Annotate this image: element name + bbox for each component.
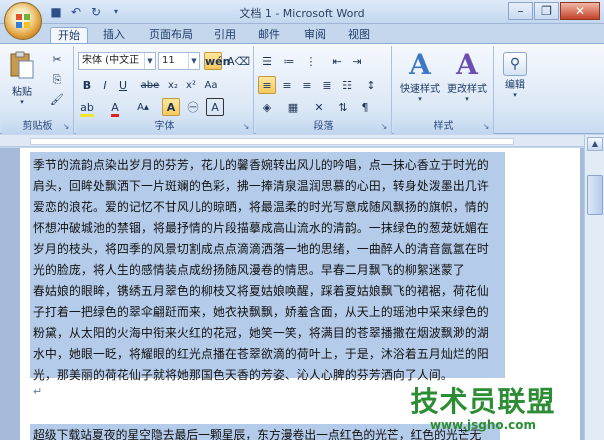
font-size-value: 11 — [162, 55, 175, 66]
horizontal-ruler[interactable] — [0, 135, 584, 147]
text-line: 岁月的枝头，将四季的风景切割成点点滴滴洒落一地的思绪，一曲醉人的清音氤氲在时 — [33, 242, 489, 256]
cut-icon[interactable]: ✂ — [48, 50, 66, 68]
document-text[interactable]: 季节的流韵点染出岁月的芬芳，花儿的馨香婉转出风儿的吟唱，点一抹心香立于时光的 肩… — [33, 155, 505, 386]
numbering-icon[interactable]: ≔ — [280, 52, 298, 70]
editing-button[interactable]: ⚲ 编辑 ▾ — [498, 52, 532, 99]
scroll-up-icon[interactable]: ▲ — [587, 137, 603, 151]
text-line: 光的脸庞，将人生的感情装点成纷扬随风漫卷的情思。早春二月飘飞的柳絮迷蒙了 — [33, 263, 465, 277]
align-left-icon[interactable]: ≡ — [258, 76, 276, 94]
font-color-icon[interactable]: A — [106, 98, 124, 117]
change-styles-button[interactable]: A 更改样式 ▾ — [444, 48, 490, 104]
enclose-char-icon[interactable]: ㊀ — [184, 98, 202, 116]
change-case-icon[interactable]: Aa — [202, 76, 220, 94]
vertical-scrollbar[interactable]: ▲ — [584, 135, 604, 440]
paragraph-mark: ↵ — [33, 385, 43, 398]
format-painter-icon[interactable]: 🖌 — [48, 90, 66, 108]
font-size-select[interactable]: 11 ▼ — [158, 52, 200, 70]
quick-styles-icon: A — [409, 48, 431, 81]
text-line: 季节的流韵点染出岁月的芬芳，花儿的馨香婉转出风儿的吟唱，点一抹心香立于时光的 — [33, 158, 489, 172]
superscript-icon[interactable]: x² — [182, 76, 200, 94]
font-name-value: 宋体 (中文正 — [82, 55, 140, 66]
binoculars-icon: ⚲ — [503, 52, 527, 76]
editing-label: 编辑 — [505, 80, 525, 91]
font-group: 宋体 (中文正 ▼ 11 ▼ wén A⌫ B I U abe x₂ x² Aa… — [76, 46, 254, 134]
title-bar: ■ ↶ ↻ ▾ 文档 1 - Microsoft Word – ❐ ✕ — [0, 0, 604, 24]
office-button[interactable] — [4, 2, 42, 40]
borders-icon[interactable]: ▦ — [284, 98, 302, 116]
quick-styles-button[interactable]: A 快速样式 ▾ — [398, 48, 442, 104]
char-shading-icon[interactable]: A — [162, 98, 180, 116]
window-controls: – ❐ ✕ — [508, 2, 600, 20]
font-name-select[interactable]: 宋体 (中文正 ▼ — [78, 52, 156, 70]
increase-indent-icon[interactable]: ⇥ — [348, 52, 366, 70]
minimize-button[interactable]: – — [508, 2, 533, 20]
sort-icon[interactable]: ⇅ — [334, 98, 352, 116]
close-button[interactable]: ✕ — [560, 2, 600, 20]
show-marks-icon[interactable]: ¶ — [356, 98, 374, 116]
quick-styles-label: 快速样式 — [400, 84, 440, 95]
multilevel-list-icon[interactable]: ⋮ — [302, 52, 320, 70]
shading-icon[interactable]: ◈ — [258, 98, 276, 116]
watermark-logo: 技术员联盟 www.jsgho.com — [408, 385, 558, 433]
decrease-indent-icon[interactable]: ⇤ — [328, 52, 346, 70]
highlight-icon[interactable]: ab — [78, 98, 96, 117]
editing-group: ⚲ 编辑 ▾ — [496, 46, 536, 134]
office-logo-icon — [16, 14, 30, 28]
text-line: 水中，她眼一眨，将耀眼的红光点播在苍翠欲滴的荷叶上，于是，沐浴着五月灿烂的阳 — [33, 347, 489, 361]
char-border-icon[interactable]: A — [206, 98, 224, 116]
text-line: 子打着一把绿色的翠伞翩跹而来，她衣袂飘飘，娇羞含面，从天上的瑶池中采来绿色的 — [33, 305, 489, 319]
distribute-icon[interactable]: ☷ — [338, 76, 356, 94]
font-group-label: 字体 — [76, 119, 253, 134]
font-launcher-icon[interactable]: ↘ — [241, 122, 251, 132]
chevron-down-icon: ▼ — [144, 53, 155, 69]
paragraph-group: ☰ ≔ ⋮ ⇤ ⇥ ≡ ≡ ≡ ≣ ☷ ↕ ◈ ▦ ✕ ⇅ ¶ 段落 ↘ — [256, 46, 392, 134]
ribbon-tabs: 开始 插入 页面布局 引用 邮件 审阅 视图 — [0, 24, 604, 45]
text-line: 肩头，回眸处飘洒下一片斑斓的色彩，拂一捧清泉温润思慕的心田，转身处泼墨出几许 — [33, 179, 489, 193]
ribbon: 粘贴 ▾ ✂ ⎘ 🖌 剪贴板 ↘ 宋体 (中文正 ▼ 11 ▼ wén A⌫ B… — [0, 43, 604, 134]
copy-icon[interactable]: ⎘ — [48, 70, 66, 88]
underline-icon[interactable]: U — [114, 76, 132, 94]
paragraph-launcher-icon[interactable]: ↘ — [379, 122, 389, 132]
clipboard-launcher-icon[interactable]: ↘ — [61, 122, 71, 132]
paste-icon — [10, 51, 34, 79]
document-area: 季节的流韵点染出岁月的芬芳，花儿的馨香婉转出风儿的吟唱，点一抹心香立于时光的 肩… — [0, 148, 584, 440]
styles-launcher-icon[interactable]: ↘ — [481, 122, 491, 132]
line-spacing-icon[interactable]: ↕ — [362, 76, 380, 94]
restore-button[interactable]: ❐ — [534, 2, 559, 20]
styles-group: A 快速样式 ▾ A 更改样式 ▾ 样式 ↘ — [394, 46, 494, 134]
grow-font-icon[interactable]: A▴ — [134, 98, 152, 116]
chinese-layout-icon[interactable]: ✕ — [310, 98, 328, 116]
strikethrough-icon[interactable]: abe — [138, 76, 162, 94]
justify-icon[interactable]: ≣ — [318, 76, 336, 94]
change-styles-label: 更改样式 — [447, 84, 487, 95]
text-line: 怀想冲破城池的禁锢，将最抒情的片段描摹成高山流水的清韵。一抹绿色的葱茏妩媚在 — [33, 221, 489, 235]
phonetic-guide-icon[interactable]: wén — [204, 52, 230, 70]
text-line: 爱恋的浪花。爱的记忆不甘风儿的晾晒，将最温柔的时光写意成随风飘扬的旗帜，情的 — [33, 200, 489, 214]
bullets-icon[interactable]: ☰ — [258, 52, 276, 70]
clipboard-group: 粘贴 ▾ ✂ ⎘ 🖌 剪贴板 ↘ — [2, 46, 74, 134]
watermark-text: 技术员联盟 — [410, 385, 556, 418]
text-line: 粉黛，从太阳的火海中衔来火红的花冠，她笑一笑，将满目的苍翠播撒在烟波飘渺的湖 — [33, 326, 489, 340]
change-styles-icon: A — [456, 48, 478, 81]
align-center-icon[interactable]: ≡ — [278, 76, 296, 94]
bold-icon[interactable]: B — [78, 76, 96, 94]
align-right-icon[interactable]: ≡ — [298, 76, 316, 94]
styles-group-label: 样式 — [394, 119, 493, 134]
paste-label: 粘贴 — [12, 87, 32, 98]
scroll-thumb[interactable] — [587, 175, 603, 215]
text-line: 春姑娘的眼眸，镌绣五月翠色的柳枝又将夏姑娘唤醒，踩着夏姑娘飘飞的裙裾，荷花仙 — [33, 284, 489, 298]
watermark-url: www.jsgho.com — [429, 418, 537, 432]
text-line: 光，那美丽的荷花仙子就将她那国色天香的芳姿、沁人心脾的芬芳洒向了人间。 — [33, 368, 453, 382]
paste-button[interactable]: 粘贴 ▾ — [6, 50, 38, 106]
subscript-icon[interactable]: x₂ — [164, 76, 182, 94]
chevron-down-icon: ▼ — [188, 53, 199, 69]
italic-icon[interactable]: I — [96, 76, 114, 94]
paragraph-group-label: 段落 — [256, 119, 391, 134]
clear-format-icon[interactable]: A⌫ — [226, 52, 250, 70]
